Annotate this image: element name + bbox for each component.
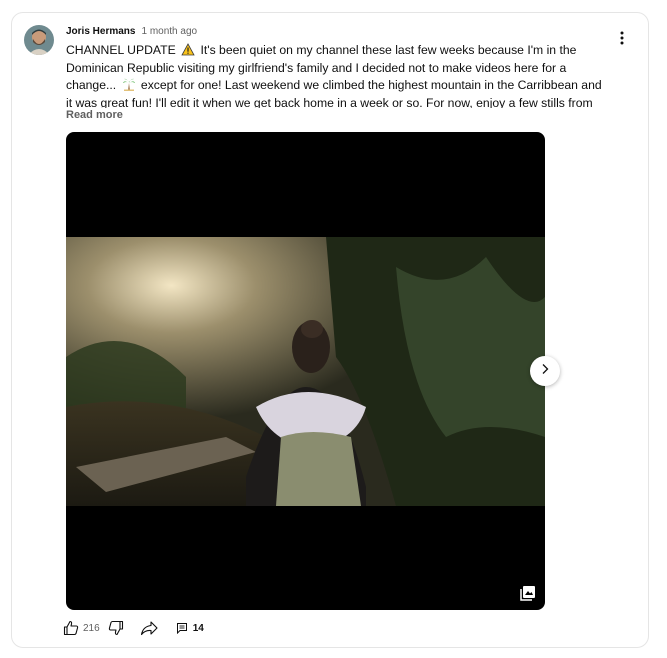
share-button[interactable] [140, 620, 158, 636]
action-bar: 216 14 [63, 618, 204, 638]
chevron-right-icon [540, 362, 550, 380]
post-text-part1: CHANNEL UPDATE [66, 43, 180, 57]
post-text-part3: except for one! Last weekend we climbed … [66, 77, 602, 108]
avatar[interactable] [24, 25, 54, 55]
post-body: CHANNEL UPDATE It's been quiet on my cha… [66, 42, 606, 108]
post-photo [66, 237, 545, 506]
share-icon [140, 620, 158, 636]
warning-icon [181, 43, 195, 60]
gallery-icon [520, 585, 536, 601]
author-name[interactable]: Joris Hermans [66, 26, 135, 38]
like-count: 216 [83, 622, 100, 634]
post-image-carousel[interactable] [66, 132, 545, 610]
read-more-link[interactable]: Read more [66, 109, 123, 121]
thumbs-up-icon [63, 620, 79, 636]
like-button[interactable]: 216 [63, 620, 108, 636]
more-vert-icon [620, 31, 624, 50]
post-header: Joris Hermans 1 month ago [66, 26, 197, 38]
post-time[interactable]: 1 month ago [141, 26, 197, 38]
more-options-button[interactable] [612, 30, 632, 50]
thumbs-down-icon [108, 620, 124, 636]
comments-button[interactable]: 14 [176, 622, 204, 634]
comment-count: 14 [192, 622, 204, 634]
dislike-button[interactable] [108, 620, 124, 636]
palm-tree-icon [122, 77, 136, 95]
comment-icon [176, 622, 188, 634]
next-image-button[interactable] [530, 356, 560, 386]
